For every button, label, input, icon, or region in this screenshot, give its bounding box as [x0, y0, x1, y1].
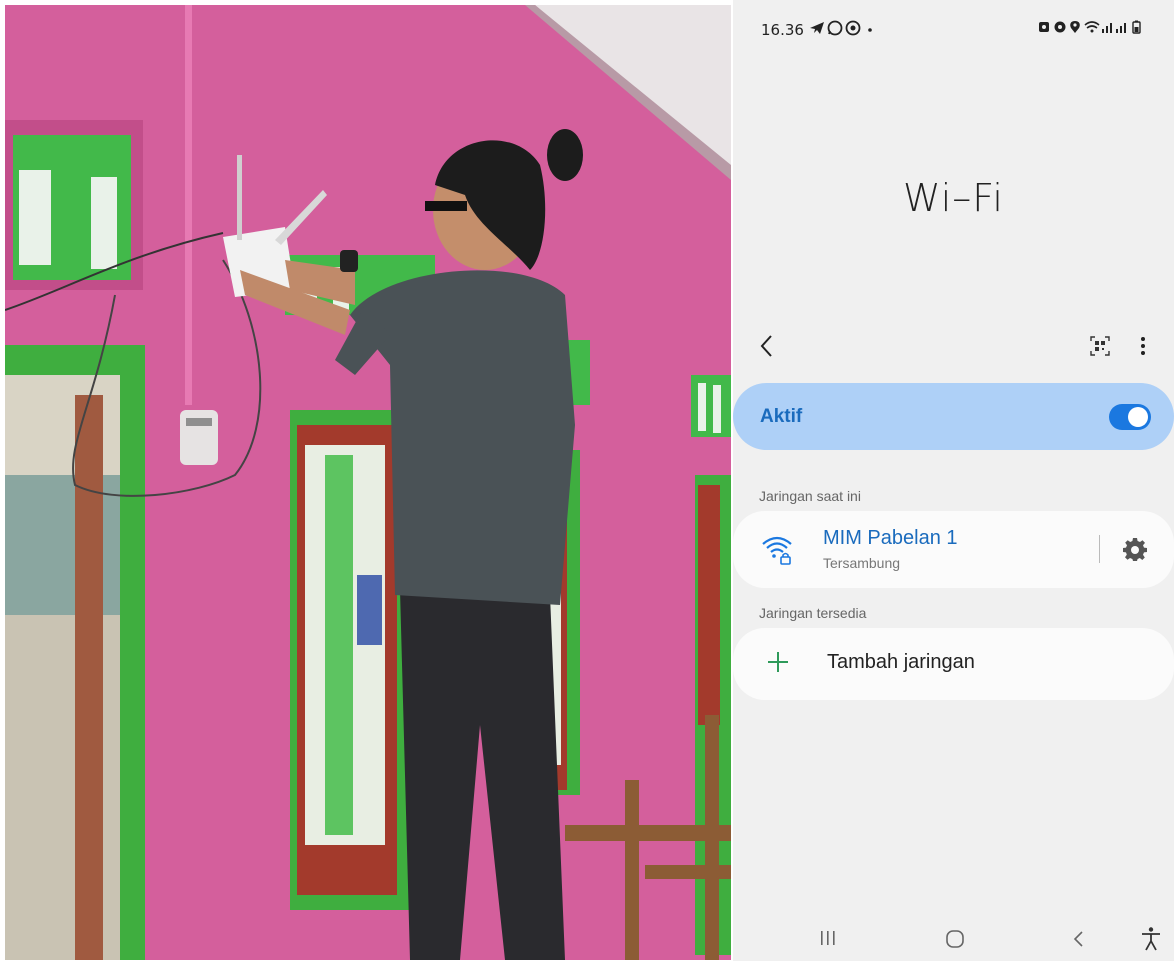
back-icon[interactable] [1071, 929, 1085, 949]
status-left-icons [808, 20, 888, 39]
available-networks-section-title: Jaringan tersedia [759, 605, 867, 621]
accessibility-icon[interactable] [1139, 926, 1163, 952]
wifi-master-switch-row[interactable]: Aktif [733, 383, 1174, 450]
divider [1099, 535, 1100, 563]
toolbar [733, 322, 1174, 370]
battery-icon [1132, 20, 1141, 34]
toggle-knob [1128, 407, 1148, 427]
wifi-switch-label: Aktif [760, 406, 803, 427]
installation-photo [5, 5, 731, 960]
gear-icon[interactable] [1123, 537, 1147, 561]
wifi-toggle[interactable] [1109, 404, 1151, 430]
status-bar: 16.36 [733, 0, 1174, 60]
recent-apps-icon[interactable] [817, 930, 839, 946]
chevron-left-icon[interactable] [755, 332, 779, 360]
wifi-lock-icon [762, 536, 792, 565]
phone-screen: 16.36 Wi–Fi Aktif Jaringan saat ini MIM … [733, 0, 1174, 961]
current-network-section-title: Jaringan saat ini [759, 488, 861, 504]
alarm-icon [1039, 22, 1049, 32]
add-network-label: Tambah jaringan [827, 651, 975, 673]
cell-signal-icon [1102, 23, 1126, 33]
status-time: 16.36 [761, 21, 804, 39]
chrome-icon [845, 20, 861, 36]
page-title: Wi–Fi [903, 176, 1004, 220]
whatsapp-icon [827, 20, 843, 36]
system-nav-bar [733, 915, 1174, 961]
photo-scene [5, 5, 731, 960]
home-icon[interactable] [945, 929, 965, 949]
more-vertical-icon[interactable] [1135, 332, 1151, 360]
location-icon [1070, 21, 1080, 33]
mute-icon [1054, 21, 1066, 33]
add-network-card[interactable]: Tambah jaringan [733, 628, 1174, 700]
qr-scan-icon[interactable] [1089, 335, 1111, 357]
telegram-icon [810, 22, 824, 34]
status-right-icons [1038, 19, 1148, 35]
network-status: Tersambung [823, 555, 901, 571]
wifi-signal-icon [1084, 21, 1100, 33]
current-network-card[interactable]: MIM Pabelan 1 Tersambung [733, 511, 1174, 588]
dot-icon [868, 28, 872, 32]
network-name: MIM Pabelan 1 [823, 527, 958, 549]
plus-icon [768, 652, 788, 672]
